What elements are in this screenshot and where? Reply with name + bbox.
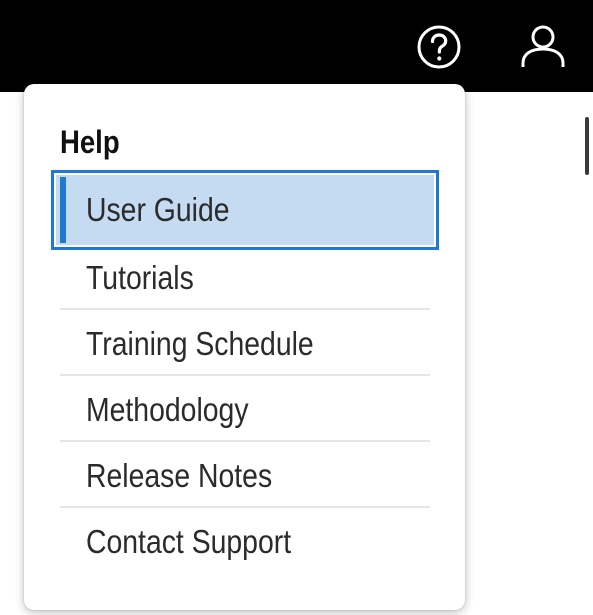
help-menu-list: User Guide Tutorials Training Schedule M…	[51, 170, 439, 574]
help-menu-title: Help	[60, 124, 120, 160]
menu-item-contact-support[interactable]: Contact Support	[60, 508, 430, 574]
menu-item-label: User Guide	[86, 191, 230, 228]
menu-item-release-notes[interactable]: Release Notes	[60, 442, 430, 508]
menu-item-training-schedule[interactable]: Training Schedule	[60, 310, 430, 376]
menu-item-label: Methodology	[86, 391, 249, 428]
menu-item-label: Contact Support	[86, 523, 292, 560]
menu-item-user-guide[interactable]: User Guide	[51, 170, 439, 250]
menu-item-label: Release Notes	[86, 457, 273, 494]
menu-item-tutorials[interactable]: Tutorials	[60, 244, 430, 310]
help-icon[interactable]	[415, 23, 463, 71]
user-icon[interactable]	[518, 22, 568, 72]
menu-item-label: Tutorials	[86, 259, 194, 296]
top-navigation-bar	[0, 0, 593, 92]
help-dropdown: Help User Guide Tutorials Training Sched…	[24, 84, 465, 610]
menu-item-label: Training Schedule	[86, 325, 314, 362]
menu-item-methodology[interactable]: Methodology	[60, 376, 430, 442]
scrollbar-thumb[interactable]	[585, 117, 589, 175]
